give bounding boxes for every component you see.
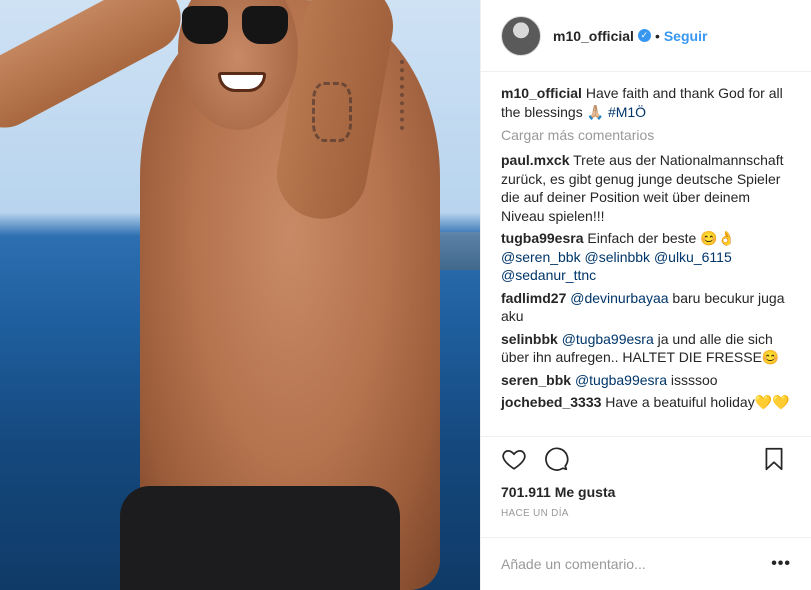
post-photo[interactable]: [0, 0, 480, 590]
comments-list[interactable]: m10_official Have faith and thank God fo…: [481, 72, 811, 436]
verified-icon: ✓: [637, 29, 651, 42]
comment-item: selinbbk @tugba99esra ja und alle die si…: [501, 330, 791, 367]
comment-item: fadlimd27 @devinurbayaa baru becukur jug…: [501, 289, 791, 326]
post-caption: m10_official Have faith and thank God fo…: [501, 84, 791, 121]
comment-username[interactable]: paul.mxck: [501, 152, 569, 168]
photo-shorts: [120, 486, 400, 590]
action-bar: [481, 436, 811, 484]
comments-fade: [481, 422, 811, 436]
comment-mention[interactable]: @selinbbk: [584, 249, 650, 265]
follow-button[interactable]: Seguir: [664, 28, 708, 44]
header-separator: •: [654, 27, 660, 44]
header-username[interactable]: m10_official: [553, 28, 634, 44]
photo-sunglasses: [182, 6, 292, 46]
load-more-comments-button[interactable]: Cargar más comentarios: [501, 127, 791, 143]
instagram-post-view: m10_official ✓ • Seguir m10_official Hav…: [0, 0, 811, 590]
comment-mention[interactable]: @tugba99esra: [562, 331, 654, 347]
comment-text: Einfach der beste 😊👌: [587, 230, 736, 246]
add-comment-row: •••: [481, 538, 811, 590]
comment-item: paul.mxck Trete aus der Nationalmannscha…: [501, 151, 791, 225]
comment-text: issssoo: [667, 371, 718, 388]
comment-username[interactable]: selinbbk: [501, 331, 558, 347]
comment-mention[interactable]: @sedanur_ttnc: [501, 267, 596, 283]
post-timestamp[interactable]: HACE UN DÍA: [481, 504, 811, 538]
photo-tattoo-arm: [400, 60, 422, 130]
post-side-panel: m10_official ✓ • Seguir m10_official Hav…: [480, 0, 811, 590]
post-header: m10_official ✓ • Seguir: [481, 0, 811, 72]
comment-username[interactable]: fadlimd27: [501, 290, 566, 306]
comment-mention[interactable]: @seren_bbk: [501, 249, 581, 265]
bookmark-icon[interactable]: [761, 446, 787, 475]
caption-hashtag[interactable]: #M1Ö: [608, 104, 646, 120]
comment-text: Have a beatuiful holiday💛💛: [605, 394, 790, 410]
comment-username[interactable]: jochebed_3333: [501, 394, 601, 410]
caption-username[interactable]: m10_official: [501, 85, 582, 101]
heart-icon[interactable]: [501, 446, 527, 475]
comment-item: tugba99esra Einfach der beste 😊👌 @seren_…: [501, 229, 791, 285]
comment-item: seren_bbk @tugba99esra issssoo: [501, 371, 791, 390]
add-comment-input[interactable]: [501, 556, 767, 572]
comment-icon[interactable]: [543, 446, 569, 475]
photo-tattoo: [312, 82, 352, 142]
comment-mention[interactable]: @tugba99esra: [575, 372, 667, 388]
comment-mention[interactable]: @devinurbayaa: [570, 290, 668, 306]
comment-username[interactable]: seren_bbk: [501, 372, 571, 388]
comment-mention[interactable]: @ulku_6115: [654, 249, 732, 265]
comment-username[interactable]: tugba99esra: [501, 230, 583, 246]
more-options-icon[interactable]: •••: [767, 555, 791, 573]
avatar[interactable]: [501, 15, 541, 56]
comment-item: jochebed_3333 Have a beatuiful holiday💛💛: [501, 393, 791, 412]
likes-count[interactable]: 701.911 Me gusta: [481, 484, 811, 504]
comment-items: paul.mxck Trete aus der Nationalmannscha…: [501, 151, 791, 412]
